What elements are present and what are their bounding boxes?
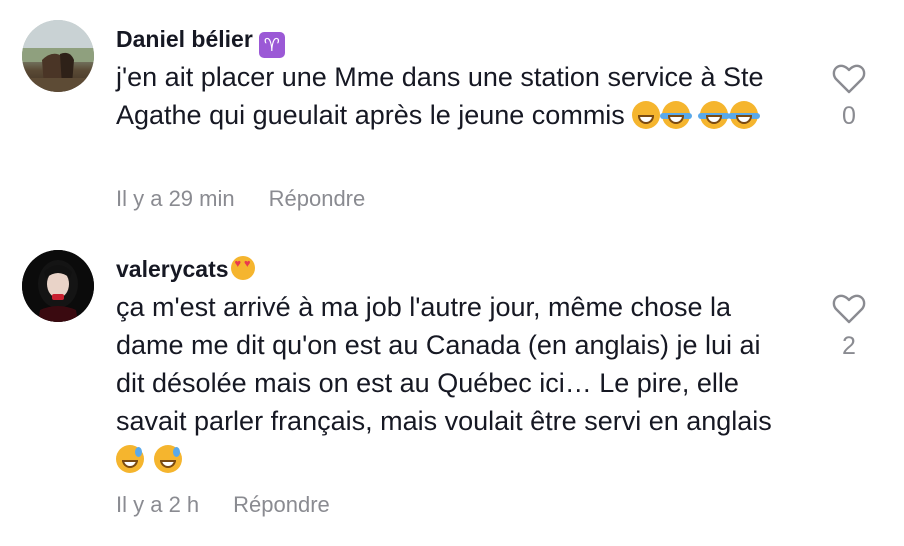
grin-icon bbox=[632, 101, 661, 129]
like-count: 0 bbox=[842, 102, 856, 130]
like-count: 2 bbox=[842, 332, 856, 360]
like-button[interactable]: 2 bbox=[830, 294, 868, 361]
avatar[interactable] bbox=[22, 20, 94, 92]
comment-text: j'en ait placer une Mme dans une station… bbox=[116, 58, 796, 134]
joy-icon bbox=[660, 101, 693, 129]
comment-meta: Il y a 2 h Répondre bbox=[116, 492, 330, 518]
comment-username[interactable]: valerycats bbox=[116, 256, 255, 283]
avatar-photo bbox=[22, 20, 94, 92]
username-text[interactable]: Daniel bélier bbox=[116, 26, 253, 52]
joy-icon bbox=[727, 101, 760, 129]
avatar[interactable] bbox=[22, 250, 94, 322]
comment-username[interactable]: Daniel bélier ♈ bbox=[116, 26, 285, 58]
heart-outline-icon bbox=[832, 294, 866, 324]
username-text[interactable]: valerycats bbox=[116, 256, 229, 282]
comment-body: ça m'est arrivé à ma job l'autre jour, m… bbox=[116, 292, 772, 436]
comment-time: Il y a 2 h bbox=[116, 492, 200, 517]
comment-text: ça m'est arrivé à ma job l'autre jour, m… bbox=[116, 288, 796, 478]
heart-eyes-cat-icon bbox=[230, 256, 255, 280]
aries-icon: ♈ bbox=[258, 32, 285, 58]
sweat-smile-icon bbox=[153, 445, 182, 473]
reply-button[interactable]: Répondre bbox=[269, 186, 366, 211]
avatar-photo bbox=[22, 250, 94, 322]
like-button[interactable]: 0 bbox=[830, 64, 868, 131]
heart-outline-icon bbox=[832, 64, 866, 94]
reply-button[interactable]: Répondre bbox=[233, 492, 330, 517]
sweat-smile-icon bbox=[116, 445, 144, 473]
comment-meta: Il y a 29 min Répondre bbox=[116, 186, 365, 212]
comment-time: Il y a 29 min bbox=[116, 186, 235, 211]
joy-icon bbox=[697, 101, 730, 129]
